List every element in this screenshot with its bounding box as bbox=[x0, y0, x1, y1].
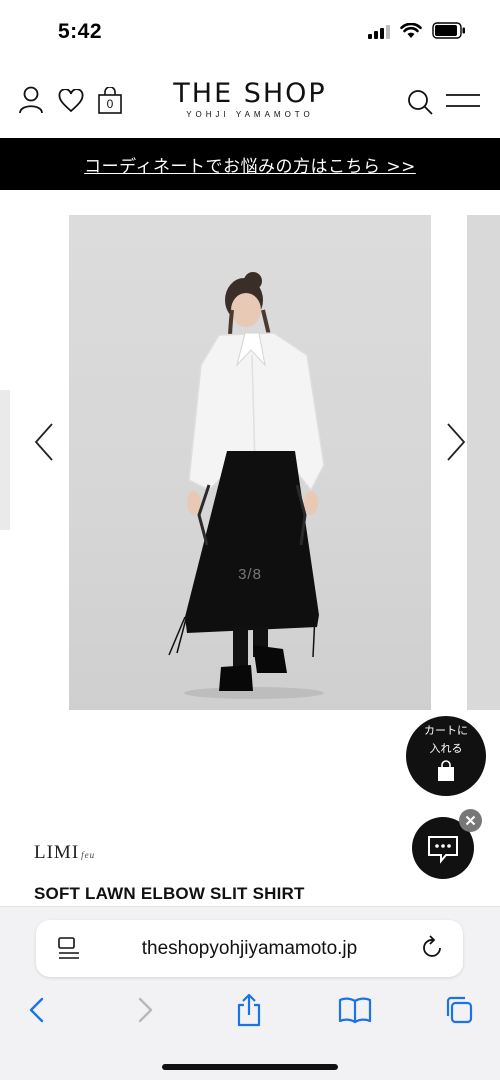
forward-arrow-icon bbox=[138, 997, 153, 1023]
model-photo bbox=[168, 272, 325, 699]
status-icons bbox=[368, 22, 466, 39]
gallery-counter: 3/8 bbox=[238, 566, 262, 583]
brand-suffix: feu bbox=[81, 850, 96, 860]
product-gallery[interactable] bbox=[0, 190, 500, 750]
back-arrow-icon bbox=[29, 997, 44, 1023]
brand-name: LIMI bbox=[34, 842, 80, 863]
status-time: 5:42 bbox=[58, 20, 103, 43]
site-header: 0 THE SHOP YOHJI YAMAMOTO bbox=[0, 64, 500, 138]
menu-icon[interactable] bbox=[446, 92, 480, 110]
chevron-left-icon[interactable] bbox=[30, 420, 60, 464]
reload-icon[interactable] bbox=[421, 935, 445, 961]
brand-logo[interactable]: LIMI feu bbox=[34, 842, 95, 864]
search-icon[interactable] bbox=[406, 88, 434, 116]
add-to-cart-label-line2: 入れる bbox=[429, 742, 463, 755]
share-icon bbox=[237, 993, 261, 1027]
book-icon bbox=[338, 997, 372, 1024]
forward-button[interactable] bbox=[128, 993, 162, 1027]
wifi-icon bbox=[400, 22, 422, 38]
add-to-cart-label-line1: カートに bbox=[424, 724, 468, 737]
chevron-right-icon[interactable] bbox=[440, 420, 470, 464]
close-chat-button[interactable] bbox=[459, 809, 482, 832]
status-bar: 5:42 bbox=[0, 0, 500, 64]
shopping-bag-icon bbox=[438, 760, 454, 781]
cellular-signal-icon bbox=[368, 23, 390, 39]
back-button[interactable] bbox=[20, 993, 54, 1027]
bookmarks-button[interactable] bbox=[338, 993, 372, 1027]
next-slide-peek bbox=[467, 215, 500, 710]
product-title: SOFT LAWN ELBOW SLIT SHIRT bbox=[34, 884, 305, 903]
address-bar[interactable]: theshopyohjiyamamoto.jp bbox=[36, 920, 463, 977]
coordinate-banner: コーディネートでお悩みの方はこちら >> bbox=[0, 138, 500, 190]
tabs-icon bbox=[446, 996, 473, 1024]
tabs-button[interactable] bbox=[442, 993, 476, 1027]
coordinate-link[interactable]: コーディネートでお悩みの方はこちら >> bbox=[84, 152, 416, 177]
battery-icon bbox=[432, 22, 465, 39]
close-icon bbox=[465, 815, 476, 826]
previous-slide-peek bbox=[0, 390, 10, 530]
browser-bar: theshopyohjiyamamoto.jp bbox=[0, 906, 500, 1080]
share-button[interactable] bbox=[232, 993, 266, 1027]
url-text: theshopyohjiyamamoto.jp bbox=[141, 938, 358, 959]
home-indicator bbox=[162, 1064, 338, 1070]
add-to-cart-button[interactable]: カートに 入れる bbox=[406, 716, 486, 796]
browser-toolbar bbox=[0, 987, 500, 1031]
product-image[interactable] bbox=[69, 215, 431, 710]
